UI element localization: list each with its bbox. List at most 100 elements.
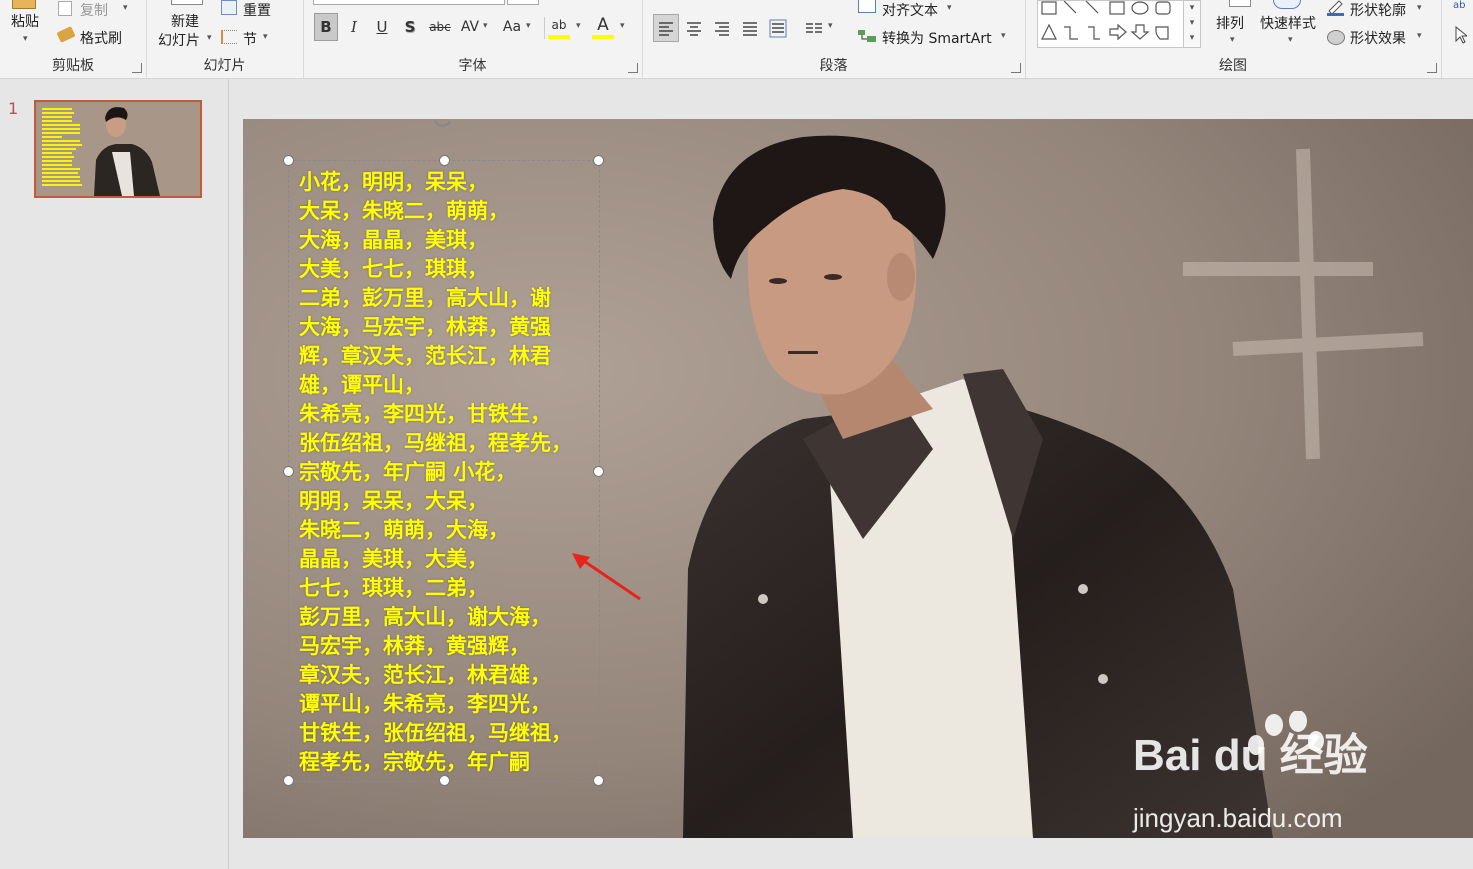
resize-handle-bottom-middle[interactable] — [439, 775, 450, 786]
font-group-label: 字体 — [458, 58, 487, 74]
slide-text-line: 彭万里，高大山，谢大海， — [299, 604, 551, 629]
slide-text-line: 程孝先，宗敬先，年广嗣 — [299, 749, 530, 774]
arrange-button[interactable]: 排列 — [1216, 13, 1244, 33]
font-color-button[interactable]: A — [592, 15, 614, 39]
reset-icon — [221, 0, 237, 15]
change-case-button[interactable]: Aa — [499, 14, 525, 40]
clipboard-launcher-icon[interactable] — [132, 63, 142, 73]
font-size-combo[interactable] — [507, 0, 539, 5]
slide-text-line: 小花，明明，呆呆， — [299, 169, 488, 194]
new-slide-button[interactable]: 新建 — [171, 11, 199, 31]
slide-text-line: 七七，琪琪，二弟， — [299, 575, 488, 600]
slide-text-content[interactable]: 小花，明明，呆呆， 大呆，朱晓二，萌萌， 大海，晶晶，美琪， 大美，七七，琪琪， 二弟，… — [299, 167, 609, 776]
character-spacing-button[interactable]: AV — [457, 14, 483, 40]
rotate-handle-icon[interactable] — [431, 119, 455, 133]
shape-outline-button[interactable]: 形状轮廓 — [1350, 0, 1406, 20]
drawing-launcher-icon[interactable] — [1427, 63, 1437, 73]
shape-outline-dropdown-icon[interactable]: ▾ — [1417, 3, 1422, 13]
reset-button[interactable]: 重置 — [243, 0, 271, 20]
paragraph-launcher-icon[interactable] — [1011, 63, 1021, 73]
highlight-dropdown-icon[interactable]: ▾ — [576, 21, 581, 31]
paste-button[interactable]: 粘贴 — [11, 11, 39, 31]
resize-handle-middle-left[interactable] — [283, 466, 294, 477]
distributed-icon[interactable] — [766, 15, 790, 41]
resize-handle-bottom-right[interactable] — [593, 775, 604, 786]
slide-text-line: 二弟，彭万里，高大山，谢 — [299, 285, 551, 310]
columns-icon[interactable] — [802, 15, 826, 41]
quick-styles-icon — [1273, 0, 1301, 9]
editing-group: ab — [1441, 0, 1473, 78]
shape-effects-button[interactable]: 形状效果 — [1350, 28, 1406, 48]
align-text-button[interactable]: 对齐文本 — [882, 0, 938, 20]
slide-text-line: 章汉夫，范长江，林君雄， — [299, 662, 551, 687]
resize-handle-top-left[interactable] — [283, 155, 294, 166]
font-name-combo[interactable] — [313, 0, 505, 5]
arrange-dropdown-icon[interactable]: ▾ — [1230, 35, 1235, 45]
slide-text-line: 宗敬先，年广嗣 小花， — [299, 459, 517, 484]
columns-dropdown-icon[interactable]: ▾ — [828, 21, 833, 31]
text-shadow-button[interactable]: S — [399, 14, 421, 40]
shapes-gallery[interactable] — [1037, 0, 1189, 48]
new-slide-dropdown-icon[interactable]: ▾ — [207, 33, 212, 43]
slide-text-line: 甘铁生，张伍绍祖，马继祖， — [299, 720, 572, 745]
arrange-icon — [1229, 0, 1251, 7]
align-left-icon[interactable] — [653, 14, 679, 42]
align-text-dropdown-icon[interactable]: ▾ — [947, 3, 952, 13]
resize-handle-top-right[interactable] — [593, 155, 604, 166]
drawing-group: ▾ ▾ ▾ 排列 ▾ 快速样式 ▾ 形状轮廓 ▾ 形状效果 ▾ 绘图 — [1025, 0, 1442, 78]
align-text-icon — [858, 0, 876, 13]
slide-canvas[interactable]: 小花，明明，呆呆， 大呆，朱晓二，萌萌， 大海，晶晶，美琪， 大美，七七，琪琪， 二弟，… — [243, 119, 1473, 838]
section-button[interactable]: 节 — [243, 29, 257, 49]
convert-smartart-button[interactable]: 转换为 SmartArt — [882, 28, 992, 48]
font-color-dropdown-icon[interactable]: ▾ — [620, 21, 625, 31]
slide-text-line: 谭平山，朱希亮，李四光， — [299, 691, 551, 716]
slide-thumbnail[interactable] — [34, 100, 202, 198]
slide-text-line: 雄，谭平山， — [299, 372, 425, 397]
shapes-scroll[interactable]: ▾ ▾ ▾ — [1183, 0, 1201, 48]
drawing-group-label: 绘图 — [1219, 58, 1247, 74]
font-launcher-icon[interactable] — [628, 63, 638, 73]
strikethrough-button[interactable]: abc — [427, 14, 453, 40]
clipboard-group-label: 剪贴板 — [52, 58, 94, 74]
align-center-icon[interactable] — [682, 15, 706, 41]
smartart-icon — [858, 29, 876, 43]
format-painter-button[interactable]: 格式刷 — [80, 28, 122, 48]
underline-button[interactable]: U — [371, 14, 393, 40]
character-spacing-dropdown-icon[interactable]: ▾ — [483, 21, 488, 31]
section-dropdown-icon[interactable]: ▾ — [263, 32, 268, 42]
format-painter-icon — [56, 26, 76, 43]
highlight-button[interactable]: ab — [548, 15, 570, 39]
divider — [544, 17, 545, 39]
quick-styles-button[interactable]: 快速样式 — [1260, 13, 1316, 33]
font-group: B I U S abc AV ▾ Aa ▾ ab ▾ A ▾ 字体 — [303, 0, 643, 78]
align-right-icon[interactable] — [710, 15, 734, 41]
find-replace-icon[interactable]: ab — [1453, 0, 1465, 11]
select-cursor-icon[interactable] — [1455, 25, 1469, 48]
resize-handle-middle-right[interactable] — [593, 466, 604, 477]
quick-styles-dropdown-icon[interactable]: ▾ — [1288, 35, 1293, 45]
paragraph-group: ▾ 对齐文本 ▾ 转换为 SmartArt ▾ 段落 — [642, 0, 1026, 78]
resize-handle-bottom-left[interactable] — [283, 775, 294, 786]
italic-button[interactable]: I — [343, 14, 365, 40]
selected-text-box[interactable]: 小花，明明，呆呆， 大呆，朱晓二，萌萌， 大海，晶晶，美琪， 大美，七七，琪琪， 二弟，… — [283, 155, 604, 786]
ribbon: 粘贴 ▾ 复制 ▾ 格式刷 剪贴板 新建 幻灯片 ▾ 重置 节 ▾ 幻灯片 B … — [0, 0, 1473, 79]
resize-handle-top-middle[interactable] — [439, 155, 450, 166]
bold-button[interactable]: B — [314, 13, 338, 41]
shape-outline-icon — [1326, 0, 1344, 16]
copy-dropdown-icon[interactable]: ▾ — [123, 3, 128, 13]
paste-icon — [12, 0, 36, 9]
change-case-dropdown-icon[interactable]: ▾ — [526, 21, 531, 31]
slide-text-line: 大海，马宏宇，林莽，黄强 — [299, 314, 551, 339]
shape-effects-dropdown-icon[interactable]: ▾ — [1417, 31, 1422, 41]
slide-thumbnail-pane: 1 — [0, 79, 229, 869]
convert-smartart-dropdown-icon[interactable]: ▾ — [1001, 31, 1006, 41]
slide-text-line: 大呆，朱晓二，萌萌， — [299, 198, 509, 223]
paste-dropdown-icon[interactable]: ▾ — [23, 34, 28, 44]
justify-icon[interactable] — [738, 15, 762, 41]
new-slide-button-line2[interactable]: 幻灯片 — [158, 30, 200, 50]
slide-text-line: 朱晓二，萌萌，大海， — [299, 517, 509, 542]
slide-text-line: 晶晶，美琪，大美， — [299, 546, 488, 571]
paragraph-group-label: 段落 — [819, 58, 848, 74]
slide-text-line: 辉，章汉夫，范长江，林君 — [299, 343, 551, 368]
copy-button[interactable]: 复制 — [80, 0, 108, 20]
